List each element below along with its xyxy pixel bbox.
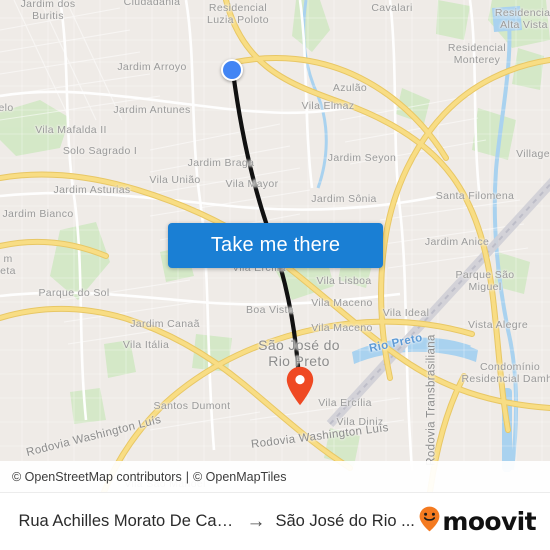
arrow-right-icon: → <box>246 511 266 532</box>
moovit-wordmark: moovit <box>442 507 536 536</box>
origin-marker[interactable] <box>221 59 243 81</box>
destination-name[interactable]: São José do Rio ... <box>275 512 414 531</box>
map-attribution: © OpenStreetMap contributors | © OpenMap… <box>0 461 550 492</box>
moovit-pin-icon <box>419 506 440 537</box>
map-canvas[interactable]: Jardim dos Buritis Ciudadania Residencial Lu… <box>0 0 550 492</box>
osm-attribution[interactable]: © OpenStreetMap contributors <box>12 470 182 484</box>
openmaptiles-attribution[interactable]: © OpenMapTiles <box>193 470 287 484</box>
take-me-there-button[interactable]: Take me there <box>168 223 383 268</box>
moovit-map-screen: Jardim dos Buritis Ciudadania Residencial Lu… <box>0 0 550 550</box>
origin-name[interactable]: Rua Achilles Morato De Carval... <box>18 512 236 531</box>
footer-bar: Rua Achilles Morato De Carval... → São J… <box>0 492 550 550</box>
moovit-logo[interactable]: moovit <box>419 506 550 537</box>
route-summary: Rua Achilles Morato De Carval... → São J… <box>0 512 419 531</box>
destination-marker[interactable] <box>286 366 314 406</box>
attribution-separator: | <box>185 469 189 484</box>
